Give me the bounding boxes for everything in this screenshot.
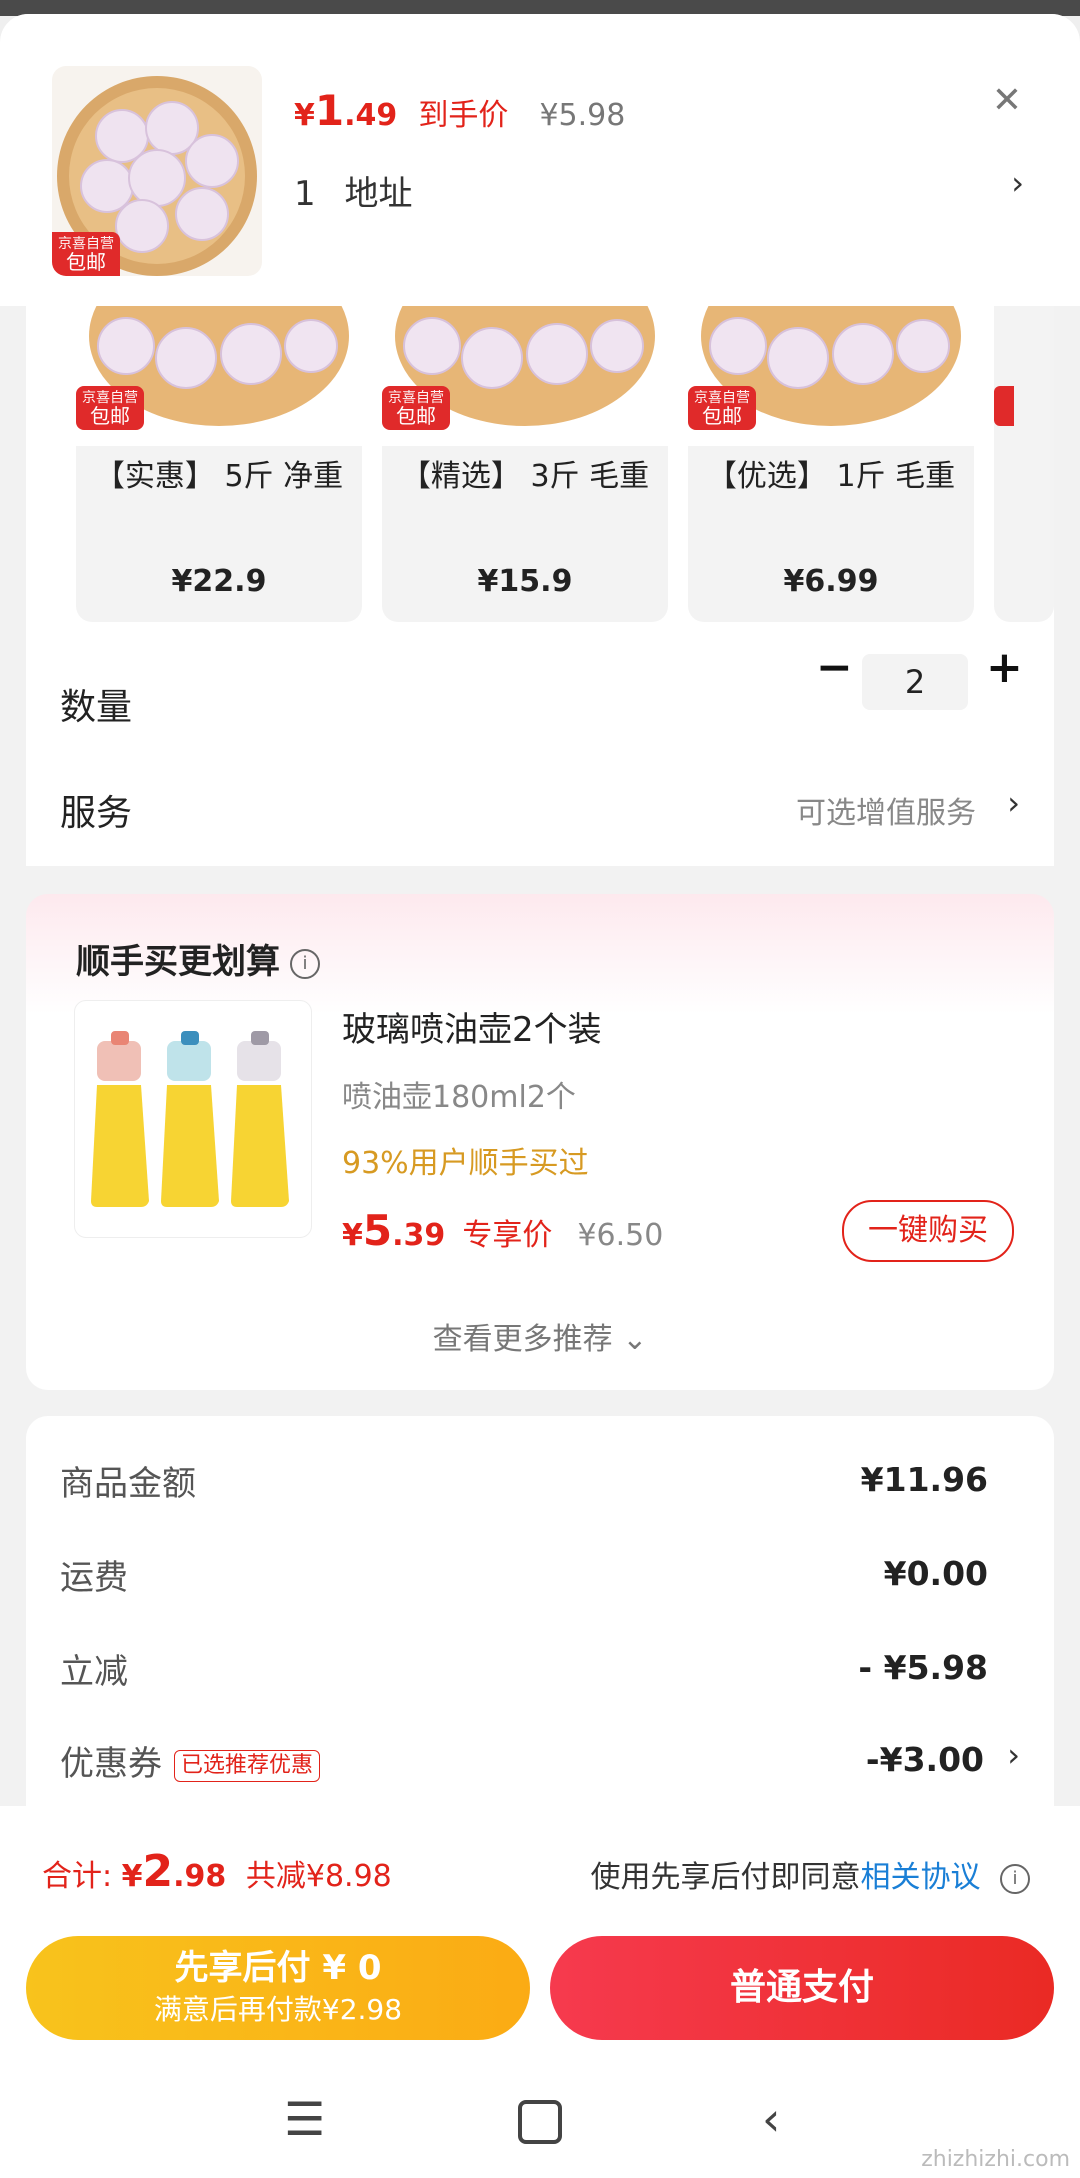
chevron-right-icon[interactable]: › xyxy=(1007,1736,1020,1774)
info-icon[interactable]: i xyxy=(1000,1863,1030,1894)
recommend-title: 顺手买更划算 i xyxy=(76,934,320,983)
recommend-price-line: ¥5.39 专享价 ¥6.50 xyxy=(342,1206,664,1255)
order-summary-card: 商品金额 ¥11.96 运费 ¥0.00 立减 - ¥5.98 优惠券 已选推荐优… xyxy=(26,1416,1054,1836)
items-amount-row: 商品金额 ¥11.96 xyxy=(60,1460,988,1504)
quantity-decrease-button[interactable]: − xyxy=(816,642,853,693)
options-card: 京喜自营 包邮 【实惠】 5斤 净重 ¥22.9 京喜自营 包邮 【精选】 3斤… xyxy=(26,306,1054,866)
info-icon[interactable]: i xyxy=(290,948,320,979)
chevron-right-icon[interactable]: › xyxy=(1007,784,1020,822)
jd-badge: 京喜自营 包邮 xyxy=(76,386,144,430)
recommend-buyers: 93%用户顺手买过 xyxy=(342,1146,589,1181)
home-icon[interactable] xyxy=(518,2092,562,2144)
address-selector[interactable]: 1 地址 xyxy=(294,166,412,215)
recommend-spec: 喷油壶180ml2个 xyxy=(342,1080,576,1115)
total-price: 合计: ¥2.98 共减¥8.98 xyxy=(42,1846,392,1897)
service-label: 服务 xyxy=(60,793,133,834)
recommend-product-name[interactable]: 玻璃喷油壶2个装 xyxy=(342,1002,602,1051)
shipping-row: 运费 ¥0.00 xyxy=(60,1554,988,1598)
price-line: ¥1.49 到手价 ¥5.98 xyxy=(294,86,626,135)
agreement-text: 使用先享后付即同意相关协议 i xyxy=(590,1852,1030,1896)
recommend-card: 顺手买更划算 i 玻璃喷油壶2个装 喷油壶180ml2个 93%用户顺手买过 ¥5… xyxy=(26,894,1054,1390)
menu-icon[interactable]: ☰ xyxy=(284,2092,325,2146)
coupon-tag: 已选推荐优惠 xyxy=(174,1749,321,1782)
agreement-link[interactable]: 相关协议 xyxy=(860,1860,980,1895)
pay-later-button[interactable]: 先享后付 ¥ 0 满意后再付款¥2.98 xyxy=(26,1936,530,2040)
quantity-label: 数量 xyxy=(60,687,133,728)
quantity-increase-button[interactable]: + xyxy=(986,642,1023,693)
jd-badge: 京喜自营 包邮 xyxy=(382,386,450,430)
checkout-bar: 合计: ¥2.98 共减¥8.98 使用先享后付即同意相关协议 i 先享后付 ¥… xyxy=(0,1806,1080,2178)
close-icon[interactable]: ✕ xyxy=(992,80,1022,121)
back-icon[interactable]: ‹ xyxy=(762,2092,780,2146)
chevron-down-icon: ⌄ xyxy=(622,1322,648,1357)
recommend-product-image xyxy=(74,1000,312,1238)
normal-pay-button[interactable]: 普通支付 xyxy=(550,1936,1054,2040)
quantity-input[interactable]: 2 xyxy=(862,654,968,710)
options-card-footer xyxy=(26,834,1054,866)
sheet-header: 京喜自营 包邮 ¥1.49 到手价 ¥5.98 ✕ 1 地址 › xyxy=(0,14,1080,306)
variant-option-partial[interactable] xyxy=(994,306,1054,622)
jd-badge: 京喜自营 包邮 xyxy=(52,232,120,276)
one-click-buy-button[interactable]: 一键购买 xyxy=(842,1200,1014,1262)
chevron-right-icon[interactable]: › xyxy=(1011,164,1024,202)
variant-option[interactable]: 京喜自营 包邮 【优选】 1斤 毛重 ¥6.99 xyxy=(688,306,974,622)
jd-badge: 京喜自营 包邮 xyxy=(688,386,756,430)
variant-option[interactable]: 京喜自营 包邮 【实惠】 5斤 净重 ¥22.9 xyxy=(76,306,362,622)
coupon-row[interactable]: 优惠券 已选推荐优惠 -¥3.00 › xyxy=(60,1736,1020,1786)
service-value[interactable]: 可选增值服务 xyxy=(796,788,976,832)
discount-row: 立减 - ¥5.98 xyxy=(60,1648,988,1692)
variant-option[interactable]: 京喜自营 包邮 【精选】 3斤 毛重 ¥15.9 xyxy=(382,306,668,622)
watermark: zhizhizhi.com xyxy=(921,2147,1070,2172)
more-recommendations-link[interactable]: 查看更多推荐 ⌄ xyxy=(26,1314,1054,1358)
jd-badge xyxy=(994,386,1014,426)
product-thumbnail: 京喜自营 包邮 xyxy=(52,66,262,276)
